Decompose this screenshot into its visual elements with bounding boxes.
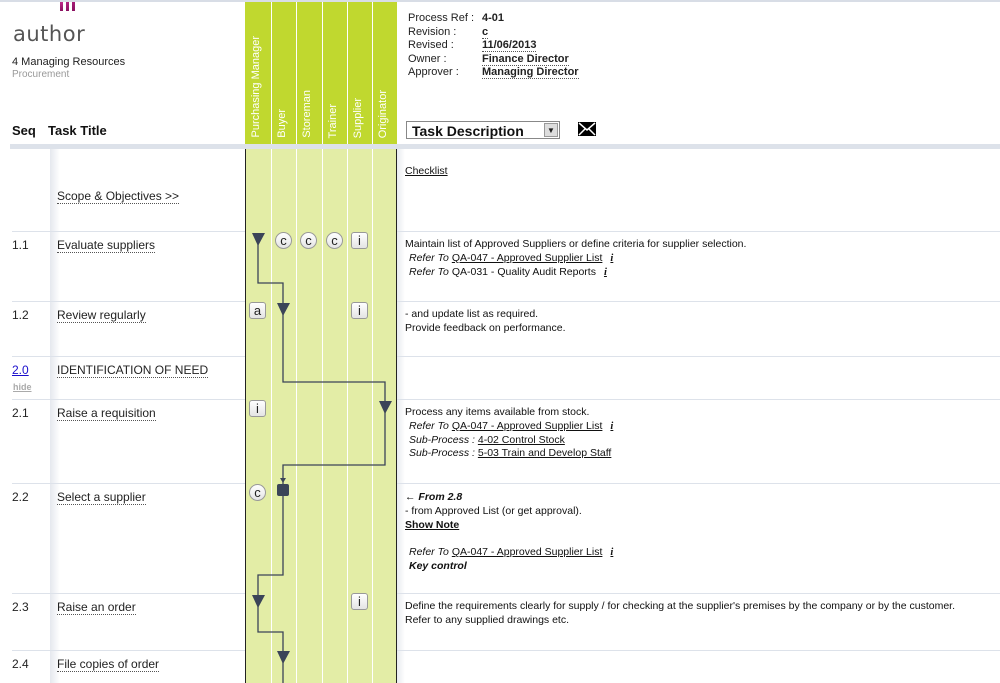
info-icon[interactable]: i [604, 267, 607, 278]
description-text: - and update list as required. [405, 308, 539, 320]
flow-arrowhead [280, 478, 286, 483]
flow-triangle [252, 233, 265, 246]
flow-diagram [252, 233, 392, 683]
checklist-link[interactable]: Checklist [405, 165, 448, 177]
document-link[interactable]: QA-047 - Approved Supplier List [452, 252, 603, 264]
task-description: - and update list as required. Provide f… [405, 308, 566, 336]
flow-connector [282, 308, 386, 407]
refer-label: Refer To [409, 251, 449, 264]
description-text: Provide feedback on performance. [405, 321, 566, 334]
subprocess-link[interactable]: 5-03 Train and Develop Staff [478, 447, 611, 459]
task-description: ← From 2.8 - from Approved List (or get … [405, 491, 613, 574]
document-link[interactable]: QA-047 - Approved Supplier List [452, 420, 603, 432]
informed-marker[interactable]: i [351, 593, 368, 610]
subprocess-label: Sub-Process : [409, 433, 475, 446]
flow-connector [282, 407, 386, 485]
flow-square [277, 484, 289, 496]
consulted-marker[interactable]: c [300, 232, 317, 249]
refer-label: Refer To [409, 419, 449, 432]
document-link[interactable]: QA-047 - Approved Supplier List [452, 546, 603, 558]
flow-triangle [277, 651, 290, 664]
document-ref: QA-031 - Quality Audit Reports [451, 265, 596, 278]
refer-label: Refer To [409, 546, 449, 559]
task-description: Define the requirements clearly for supp… [405, 600, 955, 628]
show-note-link[interactable]: Show Note [405, 519, 459, 531]
info-icon[interactable]: i [610, 253, 613, 264]
informed-marker[interactable]: i [249, 400, 266, 417]
flow-connector [257, 238, 284, 308]
info-icon[interactable]: i [610, 421, 613, 432]
consulted-marker[interactable]: c [326, 232, 343, 249]
consulted-marker[interactable]: c [275, 232, 292, 249]
informed-marker[interactable]: i [351, 302, 368, 319]
flow-connector [257, 489, 284, 600]
flow-triangle [277, 303, 290, 316]
informed-marker[interactable]: i [351, 232, 368, 249]
arrow-left-icon: ← [405, 491, 416, 503]
task-description: Process any items available from stock. … [405, 406, 613, 461]
description-text: Refer to any supplied drawings etc. [405, 613, 570, 626]
key-control-label: Key control [409, 559, 467, 572]
subprocess-link[interactable]: 4-02 Control Stock [478, 434, 565, 446]
subprocess-label: Sub-Process : [409, 447, 475, 460]
task-description: Maintain list of Approved Suppliers or d… [405, 238, 746, 279]
approve-marker[interactable]: a [249, 302, 266, 319]
refer-label: Refer To [409, 265, 449, 278]
from-link[interactable]: From 2.8 [418, 491, 462, 503]
info-icon[interactable]: i [610, 547, 613, 558]
description-text: - from Approved List (or get approval). [405, 504, 582, 517]
flow-connector [257, 600, 284, 683]
consulted-marker[interactable]: c [249, 484, 266, 501]
process-page: author 4 Managing Resources Procurement … [0, 0, 1000, 683]
description-text: Process any items available from stock. [405, 406, 590, 418]
flow-triangle [252, 595, 265, 608]
description-text: Define the requirements clearly for supp… [405, 600, 956, 612]
description-text: Maintain list of Approved Suppliers or d… [405, 238, 747, 250]
flow-triangle [379, 401, 392, 414]
